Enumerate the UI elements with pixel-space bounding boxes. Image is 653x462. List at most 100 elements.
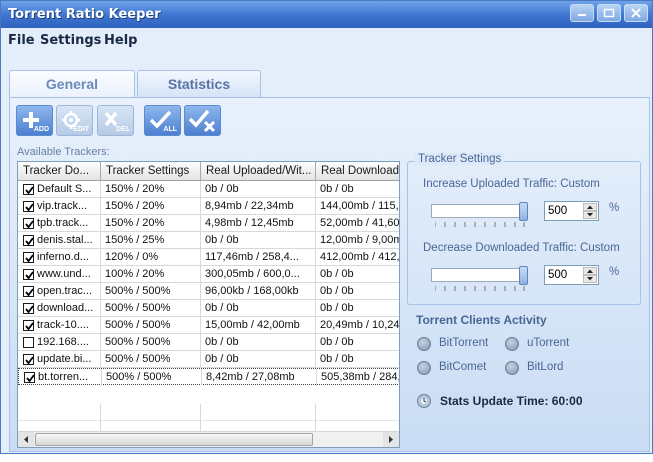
table-row[interactable]: update.bi... 500% / 500% 0b / 0b 0b / 0b [18, 351, 399, 368]
table-row[interactable]: 192.168.... 500% / 500% 0b / 0b 0b / 0b [18, 334, 399, 351]
table-row[interactable]: open.trac... 500% / 500% 96,00kb / 168,00k… [18, 283, 399, 300]
table-row[interactable]: download... 500% / 500% 0b / 0b 0b / 0b [18, 300, 399, 317]
tracker-domain: tpb.track... [37, 217, 89, 229]
close-button[interactable] [624, 4, 648, 22]
column-header-uploaded[interactable]: Real Uploaded/Wit... [201, 162, 316, 181]
available-trackers-label: Available Trackers: [17, 146, 110, 158]
edit-tracker-button[interactable]: EDIT [56, 105, 93, 136]
cell-settings: 150% / 20% [101, 198, 201, 215]
horizontal-scrollbar[interactable] [18, 431, 399, 447]
spinner-arrows-icon[interactable] [583, 267, 597, 283]
table-row[interactable]: Default S... 150% / 20% 0b / 0b 0b / 0b [18, 181, 399, 198]
cell-downloaded: 0b / 0b [316, 334, 399, 351]
tab-general[interactable]: General [9, 70, 135, 100]
increase-uploaded-slider[interactable] [519, 202, 528, 221]
status-led-icon [417, 337, 431, 351]
decrease-downloaded-slider[interactable] [519, 266, 528, 285]
checkmark-icon [25, 305, 34, 314]
minimize-button[interactable] [570, 4, 594, 22]
increase-uploaded-label: Increase Uploaded Traffic: Custom [423, 178, 600, 190]
add-label: ADD [33, 126, 49, 133]
cell-domain: open.trac... [18, 283, 101, 300]
tracker-checkbox[interactable] [23, 201, 34, 212]
cell-uploaded: 4,98mb / 12,45mb [201, 215, 316, 232]
table-row[interactable]: www.und... 100% / 20% 300,05mb / 600,0... 0… [18, 266, 399, 283]
delete-tracker-button[interactable]: DEL [97, 105, 134, 136]
decrease-downloaded-spinner[interactable]: 500 [544, 265, 599, 285]
cell-settings: 150% / 20% [101, 181, 201, 198]
trackers-table[interactable]: Tracker Do... Tracker Settings Real Uplo… [17, 161, 400, 448]
increase-uploaded-value: 500 [548, 205, 568, 217]
tracker-checkbox[interactable] [23, 184, 34, 195]
cell-domain: tpb.track... [18, 215, 101, 232]
decrease-downloaded-track[interactable] [431, 268, 528, 282]
menu-file[interactable]: File [8, 33, 35, 48]
tracker-checkbox[interactable] [23, 286, 34, 297]
menu-help[interactable]: Help [104, 33, 137, 48]
app-window: Torrent Ratio Keeper File Settings Help … [0, 0, 653, 454]
window-title: Torrent Ratio Keeper [8, 7, 161, 22]
client-name: BitComet [439, 361, 487, 373]
cell-domain: download... [18, 300, 101, 317]
title-bar[interactable]: Torrent Ratio Keeper [1, 1, 652, 28]
table-row[interactable]: bt.torren... 500% / 500% 8,42mb / 27,08mb 5… [18, 368, 399, 386]
add-tracker-button[interactable]: ADD [16, 105, 53, 136]
tracker-domain: update.bi... [37, 353, 92, 365]
tracker-checkbox[interactable] [23, 320, 34, 331]
cell-domain: www.und... [18, 266, 101, 283]
client-name: BitTorrent [439, 337, 489, 349]
increase-uploaded-track[interactable] [431, 204, 528, 218]
tracker-checkbox[interactable] [23, 337, 34, 348]
check-all-button[interactable]: ALL [144, 105, 181, 136]
tracker-checkbox[interactable] [23, 218, 34, 229]
checkmark-icon [25, 271, 34, 280]
cell-uploaded: 15,00mb / 42,00mb [201, 317, 316, 334]
minimize-icon [578, 14, 586, 16]
decrease-downloaded-value: 500 [548, 269, 568, 281]
checkmark-icon [25, 186, 34, 195]
scroll-left-button[interactable] [18, 432, 34, 447]
tracker-checkbox[interactable] [24, 372, 35, 383]
cell-settings: 500% / 500% [101, 351, 201, 368]
spinner-arrows-icon[interactable] [583, 203, 597, 219]
arrow-right-icon [389, 436, 393, 443]
table-row[interactable]: track-10.... 500% / 500% 15,00mb / 42,00mb… [18, 317, 399, 334]
checkmark-icon [25, 254, 34, 263]
cell-domain: bt.torren... [19, 369, 102, 386]
tracker-checkbox[interactable] [23, 269, 34, 280]
column-header-settings[interactable]: Tracker Settings [101, 162, 201, 181]
table-row[interactable]: inferno.d... 120% / 0% 117,46mb / 258,4...… [18, 249, 399, 266]
tracker-checkbox[interactable] [23, 303, 34, 314]
column-header-domain[interactable]: Tracker Do... [18, 162, 101, 181]
cell-settings: 500% / 500% [101, 334, 201, 351]
empty-cell [101, 404, 201, 421]
table-row[interactable]: vip.track... 150% / 20% 8,94mb / 22,34mb 14… [18, 198, 399, 215]
tracker-checkbox[interactable] [23, 252, 34, 263]
empty-cell [201, 404, 316, 421]
cell-domain: denis.stal... [18, 232, 101, 249]
maximize-button[interactable] [597, 4, 621, 22]
cell-uploaded: 300,05mb / 600,0... [201, 266, 316, 283]
empty-row [18, 404, 399, 421]
cell-uploaded: 0b / 0b [201, 334, 316, 351]
tracker-checkbox[interactable] [23, 354, 34, 365]
menu-settings[interactable]: Settings [40, 33, 101, 48]
cell-downloaded: 412,00mb / 412,... [316, 249, 399, 266]
scrollbar-thumb[interactable] [35, 433, 313, 446]
uncheck-all-button[interactable] [184, 105, 221, 136]
cell-downloaded: 0b / 0b [316, 283, 399, 300]
table-row[interactable]: denis.stal... 150% / 25% 0b / 0b 12,00mb / … [18, 232, 399, 249]
cell-downloaded: 20,49mb / 10,24... [316, 317, 399, 334]
tab-statistics[interactable]: Statistics [137, 70, 261, 98]
cell-settings: 150% / 25% [101, 232, 201, 249]
increase-uploaded-spinner[interactable]: 500 [544, 201, 599, 221]
tracker-domain: track-10.... [37, 319, 89, 331]
checkmark-icon [25, 203, 34, 212]
column-header-downloaded[interactable]: Real Downloaded/Wi... [316, 162, 399, 181]
table-row[interactable]: tpb.track... 150% / 20% 4,98mb / 12,45mb 52… [18, 215, 399, 232]
scroll-right-button[interactable] [383, 432, 399, 447]
cell-downloaded: 12,00mb / 9,00m... [316, 232, 399, 249]
tracker-checkbox[interactable] [23, 235, 34, 246]
cell-downloaded: 0b / 0b [316, 181, 399, 198]
tracker-domain: vip.track... [37, 200, 88, 212]
